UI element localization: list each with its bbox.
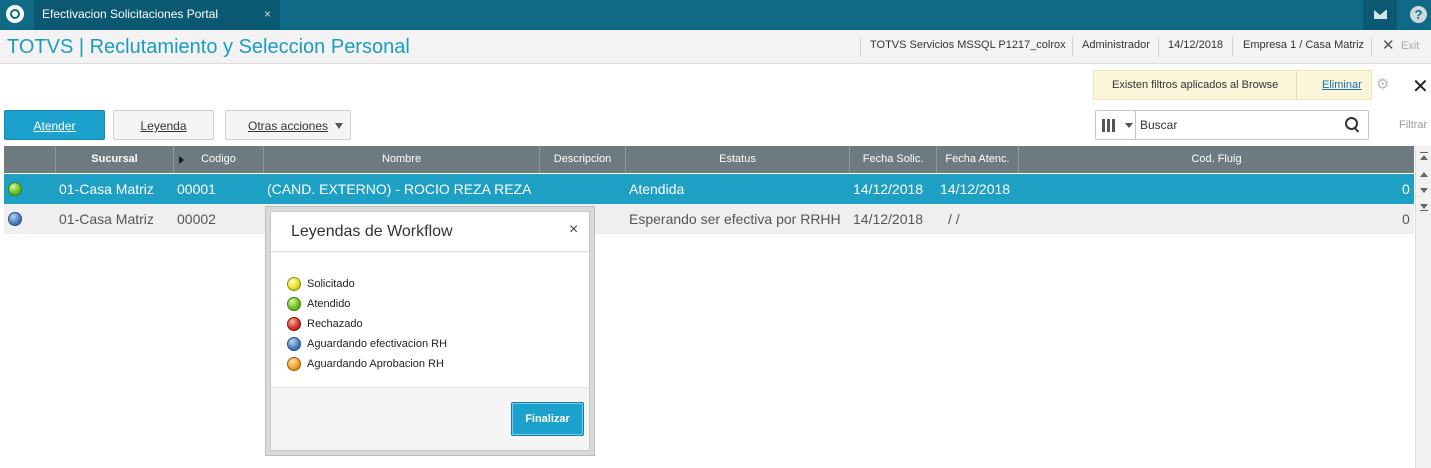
status-yellow-icon: [287, 277, 301, 291]
search-box: [1095, 110, 1369, 140]
vertical-scrollbar[interactable]: [1415, 146, 1431, 468]
dialog-title: Leyendas de Workflow: [291, 223, 453, 240]
cell-fecha-solic: 14/12/2018: [853, 181, 924, 197]
atender-button[interactable]: Atender: [4, 110, 105, 140]
cell-fecha-atenc: / /: [948, 211, 960, 227]
otras-acciones-label: Otras acciones: [248, 119, 329, 133]
filter-banner: Existen filtros aplicados al Browse Elim…: [1093, 70, 1372, 100]
legend-label: Solicitado: [307, 278, 355, 290]
cell-cod-fluig: 0: [1402, 181, 1410, 197]
columns-icon[interactable]: [1102, 119, 1118, 132]
cell-cod-fluig: 0: [1402, 211, 1410, 227]
status-green-icon: [287, 297, 301, 311]
header-divider: [860, 37, 861, 57]
exit-button[interactable]: Exit: [1401, 40, 1419, 52]
cell-nombre: (CAND. EXTERNO) - ROCIO REZA REZA: [267, 181, 532, 197]
dialog-body: Solicitado Atendido Rechazado Aguardando…: [271, 253, 589, 388]
status-blue-icon: [287, 337, 301, 351]
environment-info: TOTVS Servicios MSSQL P1217_colrox: [870, 39, 1066, 51]
filter-banner-divider: [1296, 71, 1297, 99]
table-row[interactable]: 01-Casa Matriz 00002 Esperando ser efect…: [4, 204, 1414, 234]
close-browse-icon[interactable]: ✕: [1412, 74, 1429, 99]
cell-sucursal: 01-Casa Matriz: [59, 211, 154, 227]
status-red-icon: [287, 317, 301, 331]
filtrar-button[interactable]: Filtrar: [1399, 119, 1427, 131]
search-icon[interactable]: [1345, 117, 1359, 131]
remove-filters-link[interactable]: Eliminar: [1322, 79, 1362, 91]
column-header-codigo[interactable]: Codigo: [174, 146, 264, 173]
status-blue-icon: [8, 212, 22, 226]
atender-label: Atender: [33, 119, 76, 133]
gear-icon[interactable]: ⚙: [1376, 77, 1392, 93]
legend-dialog: Leyendas de Workflow × Solicitado Atendi…: [265, 206, 595, 456]
dialog-close-icon[interactable]: ×: [569, 221, 578, 239]
help-icon[interactable]: ?: [1410, 6, 1427, 23]
cell-estatus: Esperando ser efectiva por RRHH: [629, 211, 841, 227]
otras-acciones-button[interactable]: Otras acciones: [225, 110, 351, 140]
scroll-bottom-bar: [1420, 210, 1428, 211]
legend-label: Atendido: [307, 298, 351, 310]
column-header-descripcion[interactable]: Descripcion: [540, 146, 626, 173]
header-divider: [1158, 37, 1159, 57]
dialog-header: Leyendas de Workflow ×: [271, 212, 589, 252]
cell-fecha-atenc: 14/12/2018: [940, 181, 1011, 197]
app-header: TOTVS | Reclutamiento y Seleccion Person…: [0, 30, 1431, 64]
column-header-estatus[interactable]: Estatus: [626, 146, 850, 173]
tab-close-icon[interactable]: ×: [264, 0, 271, 28]
page-title: TOTVS | Reclutamiento y Seleccion Person…: [7, 36, 410, 58]
search-input[interactable]: [1140, 112, 1330, 138]
grid-header: Sucursal Codigo Nombre Descripcion Estat…: [4, 146, 1414, 173]
legend-label: Aguardando Aprobacion RH: [307, 358, 444, 370]
status-orange-icon: [287, 357, 301, 371]
chevron-down-icon: [335, 123, 343, 129]
legend-label: Rechazado: [307, 318, 363, 330]
cell-estatus: Atendida: [629, 181, 685, 197]
leyenda-label: Leyenda: [140, 119, 187, 133]
legend-label: Aguardando efectivacion RH: [307, 338, 448, 350]
top-bar: Efectivacion Solicitaciones Portal [02.9…: [0, 0, 1431, 49]
chevron-down-icon[interactable]: [1125, 123, 1133, 128]
tab-efectivacion[interactable]: Efectivacion Solicitaciones Portal [02.9…: [34, 0, 280, 49]
search-divider: [1135, 111, 1136, 139]
column-header-cod-fluig[interactable]: Cod. Fluig: [1019, 146, 1414, 173]
scroll-top-bar: [1420, 152, 1428, 153]
scroll-to-bottom-icon[interactable]: [1420, 204, 1428, 209]
filter-banner-text: Existen filtros aplicados al Browse: [1112, 79, 1279, 91]
scroll-up-icon[interactable]: [1420, 172, 1428, 177]
table-row[interactable]: 01-Casa Matriz 00001 (CAND. EXTERNO) - R…: [4, 174, 1414, 204]
exit-icon[interactable]: ✕: [1382, 36, 1395, 54]
column-header-status[interactable]: [4, 146, 56, 173]
column-header-sucursal[interactable]: Sucursal: [56, 146, 174, 173]
header-divider: [1232, 37, 1233, 57]
column-header-fecha-solic[interactable]: Fecha Solic.: [850, 146, 937, 173]
header-divider: [1072, 37, 1073, 57]
company-info: Empresa 1 / Casa Matriz: [1243, 39, 1365, 51]
cell-fecha-solic: 14/12/2018: [853, 211, 924, 227]
cell-codigo: 00001: [177, 181, 216, 197]
finalizar-button[interactable]: Finalizar: [511, 402, 584, 436]
sort-indicator-icon: [179, 156, 184, 164]
scroll-down-icon[interactable]: [1420, 188, 1428, 193]
user-info: Administrador: [1082, 39, 1150, 51]
header-divider: [1371, 37, 1372, 57]
column-header-nombre[interactable]: Nombre: [264, 146, 540, 173]
leyenda-button[interactable]: Leyenda: [113, 110, 214, 140]
date-info: 14/12/2018: [1168, 39, 1224, 51]
cell-codigo: 00002: [177, 211, 216, 227]
mail-icon[interactable]: [1363, 0, 1397, 30]
scroll-to-top-icon[interactable]: [1420, 155, 1428, 160]
legend-dialog-panel: Leyendas de Workflow × Solicitado Atendi…: [270, 211, 590, 451]
cell-sucursal: 01-Casa Matriz: [59, 181, 154, 197]
column-header-fecha-atenc[interactable]: Fecha Atenc.: [937, 146, 1019, 173]
totvs-logo-icon[interactable]: [6, 5, 24, 23]
status-green-icon: [8, 182, 22, 196]
